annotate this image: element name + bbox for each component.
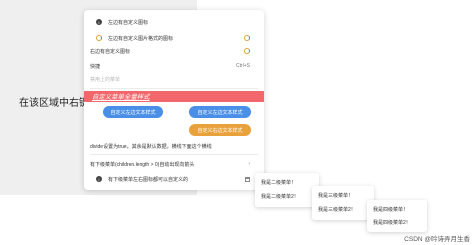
custom-left-style-button[interactable]: 自定义左边文本样式 — [103, 106, 163, 118]
watermark: CSDN @吟诗弄月生香 — [404, 236, 470, 243]
image-ring-icon — [96, 35, 102, 41]
menu-item-image-icon-left[interactable]: 左边有自定义图片格式的图标 — [84, 32, 264, 44]
menu-item-divide-note[interactable]: divide设置为true，其余是默认数据，横线下面这个横线 — [84, 140, 264, 152]
submenu-level-4: 我是四级菜单！ 我是四级菜单2！ — [367, 200, 427, 232]
submenu-item[interactable]: 我是三级菜单！ — [312, 188, 374, 202]
chevron-right-icon: › — [248, 161, 250, 167]
menu-item-disabled: 禁用上的菜单 — [90, 76, 121, 83]
submenu-item[interactable]: 我是四级菜单2！ — [367, 215, 427, 229]
image-ring-icon — [244, 35, 250, 41]
menu-item-custom-icon-left[interactable]: i 左边有自定义图标 — [84, 16, 264, 28]
menu-item-last[interactable]: i 有下级菜单左右图标都可以自定义的 — [84, 173, 264, 185]
menu-item-styled[interactable]: 自定义菜单全量样式 — [84, 91, 264, 102]
page: 在该区域中右键鼠标, i 左边有自定义图标 左边有自定义图片格式的图标 右边有自… — [0, 0, 474, 245]
custom-right-style-button[interactable]: 自定义右边文本样式 — [189, 124, 251, 136]
menu-divider — [90, 154, 258, 155]
submenu-level-3: 我是三级菜单！ 我是三级菜单2！ › — [312, 186, 374, 220]
menu-divider — [90, 88, 258, 89]
custom-left-style-button[interactable]: 自定义左边文本样式 — [189, 106, 251, 118]
info-icon: i — [96, 19, 102, 25]
submenu-item[interactable]: 我是四级菜单！ — [367, 202, 427, 216]
menu-item-has-children[interactable]: 有下级菜单(children.length > 0)自动出现向箭头 › — [84, 158, 264, 170]
submenu-item[interactable]: 我是二级菜单2！ › — [255, 189, 319, 203]
submenu-item[interactable]: 我是三级菜单2！ › — [312, 202, 374, 216]
submenu-item[interactable]: 我是二级菜单！ — [255, 175, 319, 189]
menu-item-shortcut[interactable]: 快捷 Ctrl+S — [84, 60, 264, 72]
context-menu: i 左边有自定义图标 左边有自定义图片格式的图标 右边有自定义图标 快捷 Ctr… — [84, 10, 264, 190]
menu-item-custom-icon-right[interactable]: 右边有自定义图标 — [84, 45, 264, 57]
info-icon: i — [96, 176, 102, 182]
trash-icon — [245, 176, 250, 182]
submenu-level-2: 我是二级菜单！ 我是二级菜单2！ › — [255, 173, 319, 207]
shortcut-hint: Ctrl+S — [235, 63, 250, 69]
image-ring-icon — [244, 48, 250, 54]
